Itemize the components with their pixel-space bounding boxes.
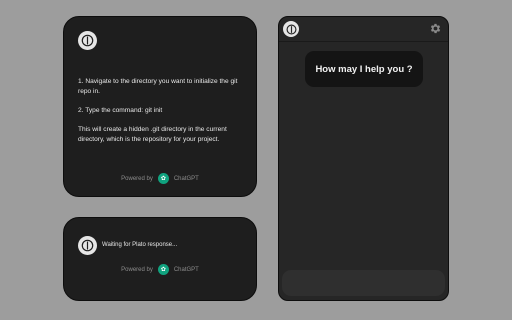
- plato-logo-icon: [78, 31, 97, 50]
- answer-card: 1. Navigate to the directory you want to…: [63, 16, 257, 197]
- greeting-bubble: How may I help you ?: [305, 51, 423, 87]
- chat-panel: How may I help you ?: [278, 16, 449, 301]
- panel-header: [279, 17, 448, 42]
- answer-step-2: 2. Type the command: git init: [78, 107, 163, 114]
- powered-by-label: Powered by: [121, 266, 153, 273]
- answer-text: 1. Navigate to the directory you want to…: [78, 77, 250, 154]
- plato-logo-icon: [283, 21, 299, 37]
- answer-step-1: 1. Navigate to the directory you want to…: [78, 78, 238, 95]
- provider-name: ChatGPT: [173, 175, 199, 182]
- gear-icon[interactable]: [429, 22, 442, 35]
- openai-icon: ✿: [157, 173, 169, 184]
- answer-explanation: This will create a hidden .git directory…: [78, 126, 227, 143]
- powered-by: Powered by ✿ ChatGPT: [64, 173, 256, 184]
- plato-logo-icon: [78, 236, 97, 255]
- waiting-card: Waiting for Plato response... Powered by…: [63, 217, 257, 301]
- powered-by: Powered by ✿ ChatGPT: [64, 264, 256, 275]
- greeting-text: How may I help you ?: [315, 63, 413, 75]
- powered-by-label: Powered by: [121, 175, 153, 182]
- waiting-status: Waiting for Plato response...: [102, 242, 178, 248]
- chat-input[interactable]: [282, 270, 445, 296]
- openai-icon: ✿: [157, 264, 169, 275]
- provider-name: ChatGPT: [173, 266, 199, 273]
